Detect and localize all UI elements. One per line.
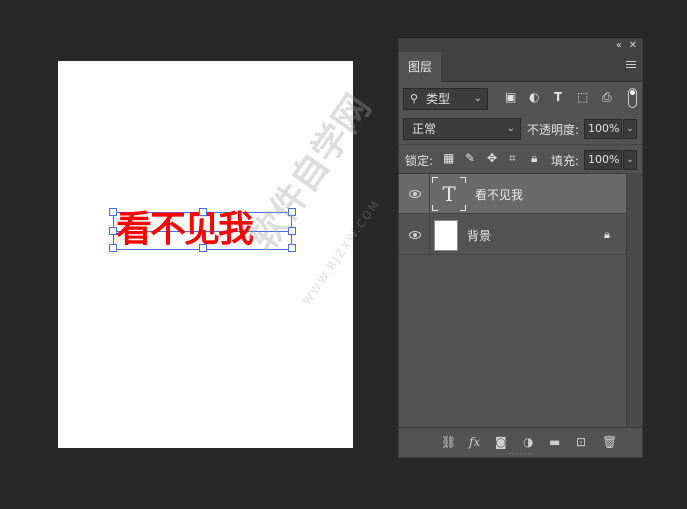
folder-icon[interactable]: ▬ bbox=[549, 435, 560, 449]
thumb-corner bbox=[432, 177, 438, 183]
trash-icon[interactable]: 🗑︎ bbox=[602, 435, 617, 449]
transform-handle-middle-left[interactable] bbox=[109, 227, 117, 235]
fill-dropdown-icon[interactable]: ⌄ bbox=[623, 150, 637, 170]
search-icon: ⚲ bbox=[410, 92, 419, 105]
text-layer-bounding-box[interactable]: 看不见我 bbox=[109, 208, 296, 252]
close-icon[interactable]: ✕ bbox=[629, 39, 637, 52]
thumb-corner bbox=[460, 177, 466, 183]
filter-row: ⚲ 类型 ⌄ ▣ ◐ T ⬚ ⎙ bbox=[399, 84, 642, 112]
panel-tab-bar: 图层 bbox=[399, 52, 642, 82]
layer-name[interactable]: 看不见我 bbox=[475, 186, 523, 203]
layer-lock-icon[interactable]: 🔒︎ bbox=[604, 228, 610, 242]
new-layer-icon[interactable]: ⊡ bbox=[576, 435, 586, 449]
chevron-down-icon: ⌄ bbox=[473, 93, 482, 104]
link-icon[interactable]: ⛓︎ bbox=[441, 435, 456, 449]
panel-menu-icon[interactable] bbox=[626, 61, 636, 70]
adjustment-icon[interactable]: ◑ bbox=[523, 435, 533, 449]
type-thumb-glyph: T bbox=[442, 182, 456, 206]
transform-handle-bottom-middle[interactable] bbox=[199, 244, 207, 252]
eye-column-divider bbox=[429, 215, 430, 254]
smart-object-filter-icon[interactable]: ⎙ bbox=[602, 90, 612, 105]
layer-row-text[interactable]: T 看不见我 bbox=[399, 174, 626, 214]
type-filter-icon[interactable]: T bbox=[554, 90, 562, 104]
chevron-down-icon: ⌄ bbox=[506, 123, 515, 134]
lock-label: 锁定: bbox=[405, 154, 434, 168]
image-filter-icon[interactable]: ▣ bbox=[505, 90, 516, 104]
transform-handle-bottom-left[interactable] bbox=[109, 244, 117, 252]
transform-handle-middle-right[interactable] bbox=[288, 227, 296, 235]
visibility-eye-icon[interactable] bbox=[409, 190, 421, 198]
canvas-text[interactable]: 看不见我 bbox=[116, 208, 254, 252]
transform-handle-top-right[interactable] bbox=[288, 208, 296, 216]
adjustment-filter-icon[interactable]: ◐ bbox=[529, 90, 539, 104]
thumb-corner bbox=[460, 205, 466, 211]
lock-artboard-icon[interactable]: ⌗ bbox=[509, 151, 516, 166]
layers-list: T 看不见我 背景 🔒︎ bbox=[399, 173, 626, 427]
document-canvas[interactable]: 看不见我 bbox=[58, 61, 353, 448]
thumb-corner bbox=[432, 205, 438, 211]
filter-kind-select[interactable]: ⚲ 类型 ⌄ bbox=[403, 88, 488, 110]
fill-input[interactable]: 100% bbox=[584, 150, 622, 170]
lock-transparent-icon[interactable]: ▦ bbox=[443, 151, 454, 165]
transform-handle-top-middle[interactable] bbox=[199, 208, 207, 216]
shape-filter-icon[interactable]: ⬚ bbox=[577, 90, 588, 104]
eye-column-divider bbox=[429, 174, 430, 213]
layers-scrollbar[interactable] bbox=[626, 173, 642, 427]
filter-kind-label: 类型 bbox=[426, 92, 451, 106]
opacity-label: 不透明度: bbox=[527, 123, 580, 137]
opacity-input[interactable]: 100% bbox=[584, 119, 622, 139]
tab-layers[interactable]: 图层 bbox=[399, 52, 441, 82]
fill-label: 填充: bbox=[551, 154, 580, 168]
lock-all-icon[interactable]: 🔒︎ bbox=[531, 151, 537, 166]
visibility-eye-icon[interactable] bbox=[409, 231, 421, 239]
lock-row: 锁定: ▦ ✎ ✥ ⌗ 🔒︎ 填充: 100% ⌄ bbox=[399, 144, 642, 172]
panel-titlebar: « ✕ bbox=[399, 39, 642, 52]
panel-bottom-toolbar: ⛓︎ fx ◙ ◑ ▬ ⊡ 🗑︎ bbox=[399, 427, 642, 457]
lock-position-icon[interactable]: ✥ bbox=[487, 151, 497, 165]
transform-handle-bottom-right[interactable] bbox=[288, 244, 296, 252]
lock-pixels-icon[interactable]: ✎ bbox=[465, 151, 475, 165]
opacity-dropdown-icon[interactable]: ⌄ bbox=[623, 119, 637, 139]
type-layer-thumbnail: T bbox=[432, 177, 466, 211]
layer-row-background[interactable]: 背景 🔒︎ bbox=[399, 215, 626, 255]
filter-toggle[interactable] bbox=[628, 88, 637, 108]
fx-icon[interactable]: fx bbox=[469, 435, 480, 449]
background-layer-thumbnail bbox=[434, 220, 458, 251]
mask-icon[interactable]: ◙ bbox=[495, 435, 507, 449]
layer-name[interactable]: 背景 bbox=[467, 227, 491, 244]
blend-mode-select[interactable]: 正常 ⌄ bbox=[403, 118, 521, 140]
double-chevron-icon[interactable]: « bbox=[616, 39, 622, 52]
blend-row: 正常 ⌄ 不透明度: 100% ⌄ bbox=[399, 115, 642, 143]
blend-mode-label: 正常 bbox=[412, 122, 437, 136]
panel-resize-grip[interactable] bbox=[509, 453, 533, 456]
layers-panel: « ✕ 图层 ⚲ 类型 ⌄ ▣ ◐ T ⬚ ⎙ 正常 ⌄ 不透明度: 100% … bbox=[398, 38, 643, 458]
transform-handle-top-left[interactable] bbox=[109, 208, 117, 216]
